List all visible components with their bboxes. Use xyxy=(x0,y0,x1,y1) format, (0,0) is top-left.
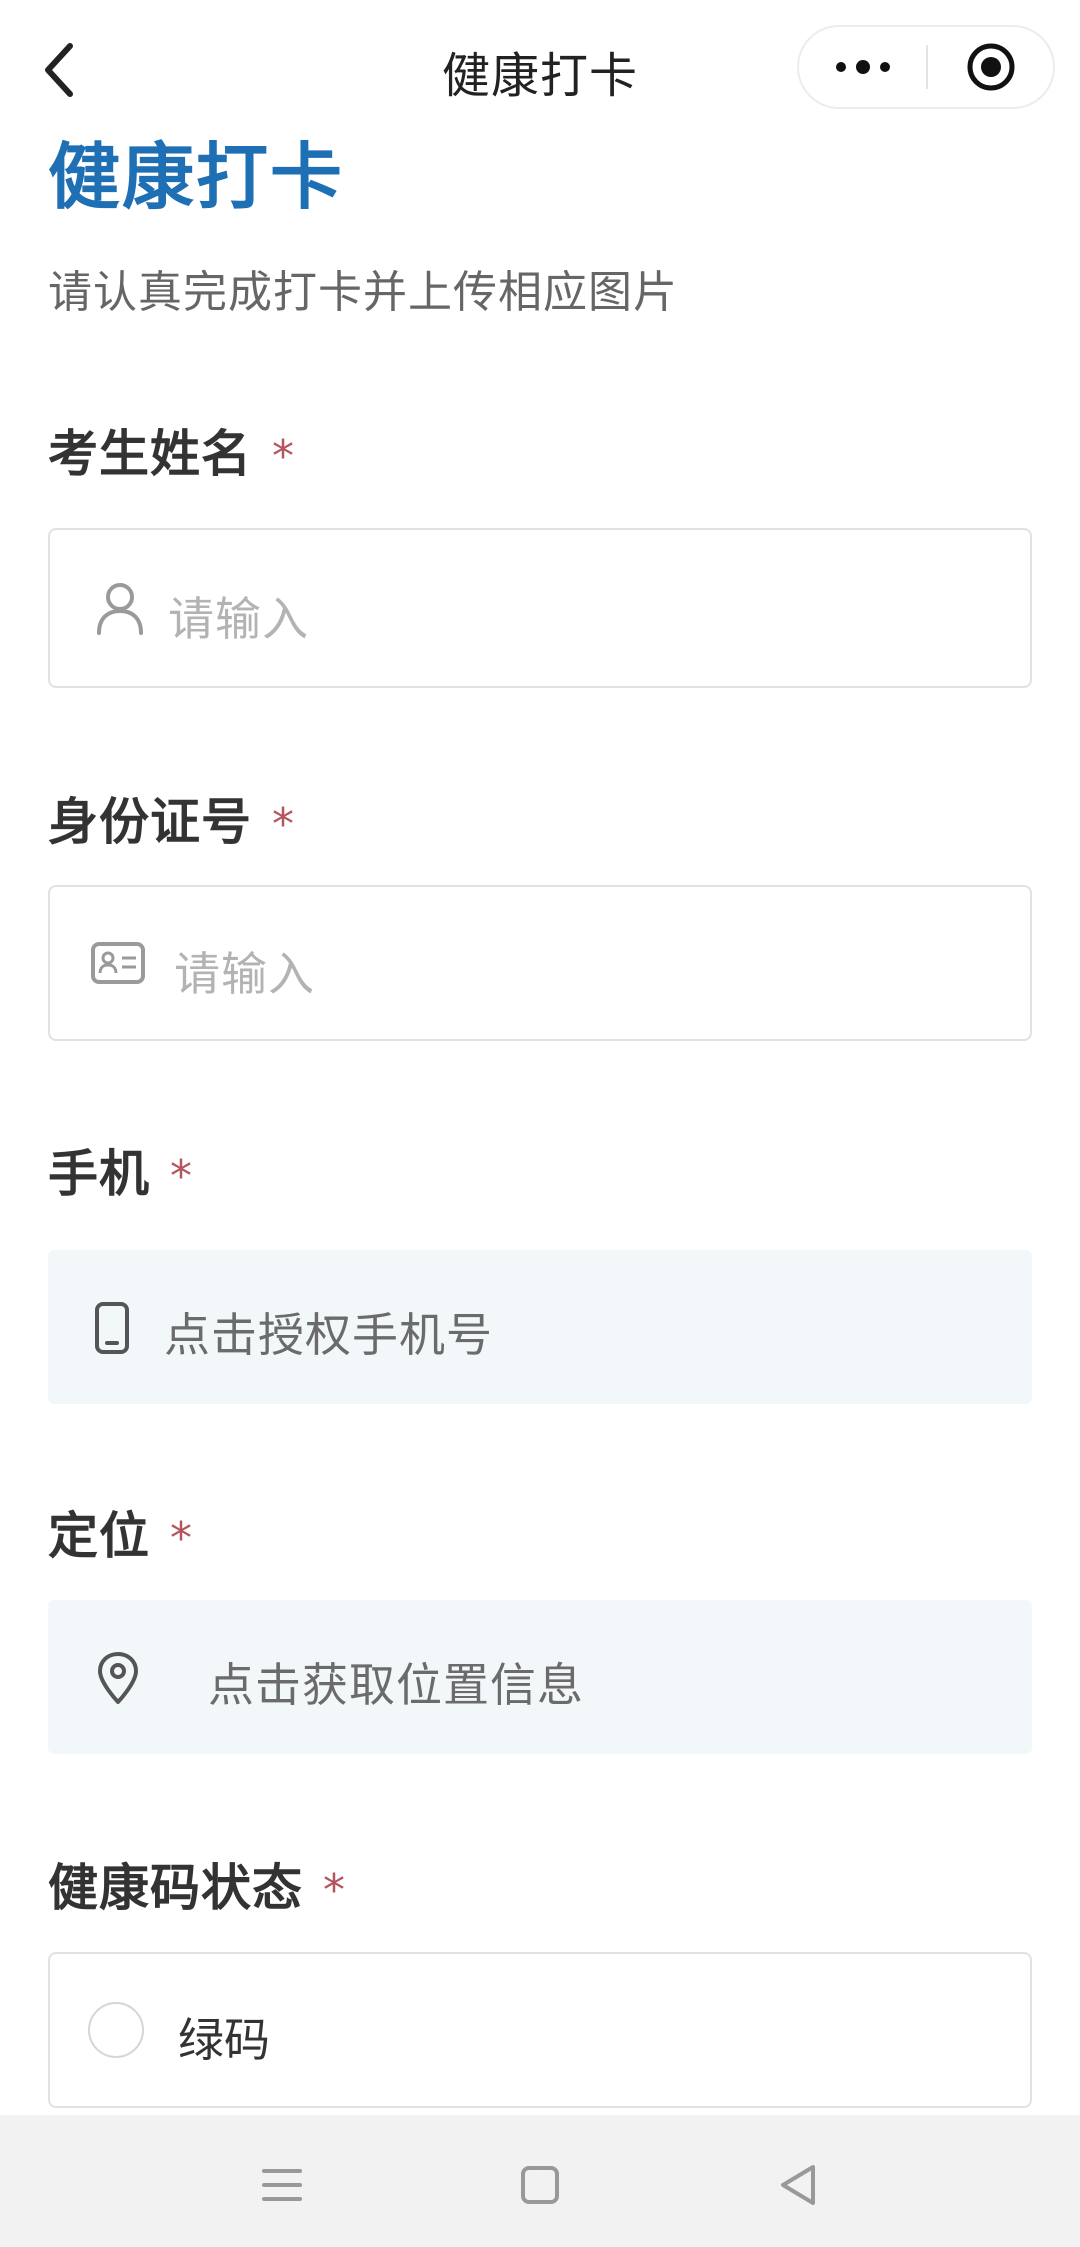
get-location-text: 点击获取位置信息 xyxy=(208,1658,584,1712)
required-mark: * xyxy=(272,799,295,850)
required-mark: * xyxy=(170,1513,193,1564)
required-mark: * xyxy=(170,1151,193,1202)
name-input[interactable]: 请输入 xyxy=(48,528,1032,688)
mini-program-capsule xyxy=(797,25,1055,109)
target-close-icon xyxy=(967,43,1015,91)
phone-label-text: 手机 xyxy=(48,1145,150,1203)
phone-icon xyxy=(92,1300,132,1356)
close-mini-program-button[interactable] xyxy=(929,27,1053,107)
authorize-phone-text: 点击授权手机号 xyxy=(164,1308,493,1362)
person-icon xyxy=(92,580,148,636)
id-card-icon xyxy=(90,941,146,985)
get-location-button[interactable]: 点击获取位置信息 xyxy=(48,1600,1032,1754)
required-mark: * xyxy=(323,1865,346,1916)
page-title: 健康打卡 xyxy=(48,135,345,219)
more-dots-icon xyxy=(836,60,890,74)
home-button[interactable] xyxy=(500,2145,580,2225)
authorize-phone-button[interactable]: 点击授权手机号 xyxy=(48,1250,1032,1404)
required-mark: * xyxy=(272,431,295,482)
id-number-placeholder: 请输入 xyxy=(174,947,315,1001)
location-label-text: 定位 xyxy=(48,1507,150,1565)
radio-button[interactable] xyxy=(88,2002,144,2058)
system-nav-bar xyxy=(0,2115,1080,2247)
health-code-option-label: 绿码 xyxy=(178,2013,270,2067)
triangle-back-icon xyxy=(781,2165,815,2205)
id-number-input[interactable]: 请输入 xyxy=(48,885,1032,1041)
location-pin-icon xyxy=(94,1650,142,1706)
id-number-label: 身份证号 * xyxy=(48,782,295,854)
system-back-button[interactable] xyxy=(758,2145,838,2225)
name-label-text: 考生姓名 xyxy=(48,425,252,483)
location-label: 定位 * xyxy=(48,1496,193,1568)
health-code-label-text: 健康码状态 xyxy=(48,1859,303,1917)
health-code-option-green[interactable]: 绿码 xyxy=(48,1952,1032,2108)
id-number-label-text: 身份证号 xyxy=(48,793,252,851)
menu-button[interactable] xyxy=(242,2145,322,2225)
name-placeholder: 请输入 xyxy=(168,592,309,646)
health-code-label: 健康码状态 * xyxy=(48,1848,346,1920)
phone-label: 手机 * xyxy=(48,1134,193,1206)
square-home-icon xyxy=(521,2166,559,2204)
more-button[interactable] xyxy=(799,27,927,107)
name-label: 考生姓名 * xyxy=(48,414,295,486)
menu-lines-icon xyxy=(262,2169,302,2201)
capsule-divider xyxy=(926,45,928,89)
page: 健康打卡 健康打卡 请认真完成打卡并上传相应图片 考生姓名 * 请输入 身份证号… xyxy=(0,0,1080,2247)
page-subtitle: 请认真完成打卡并上传相应图片 xyxy=(48,267,678,318)
